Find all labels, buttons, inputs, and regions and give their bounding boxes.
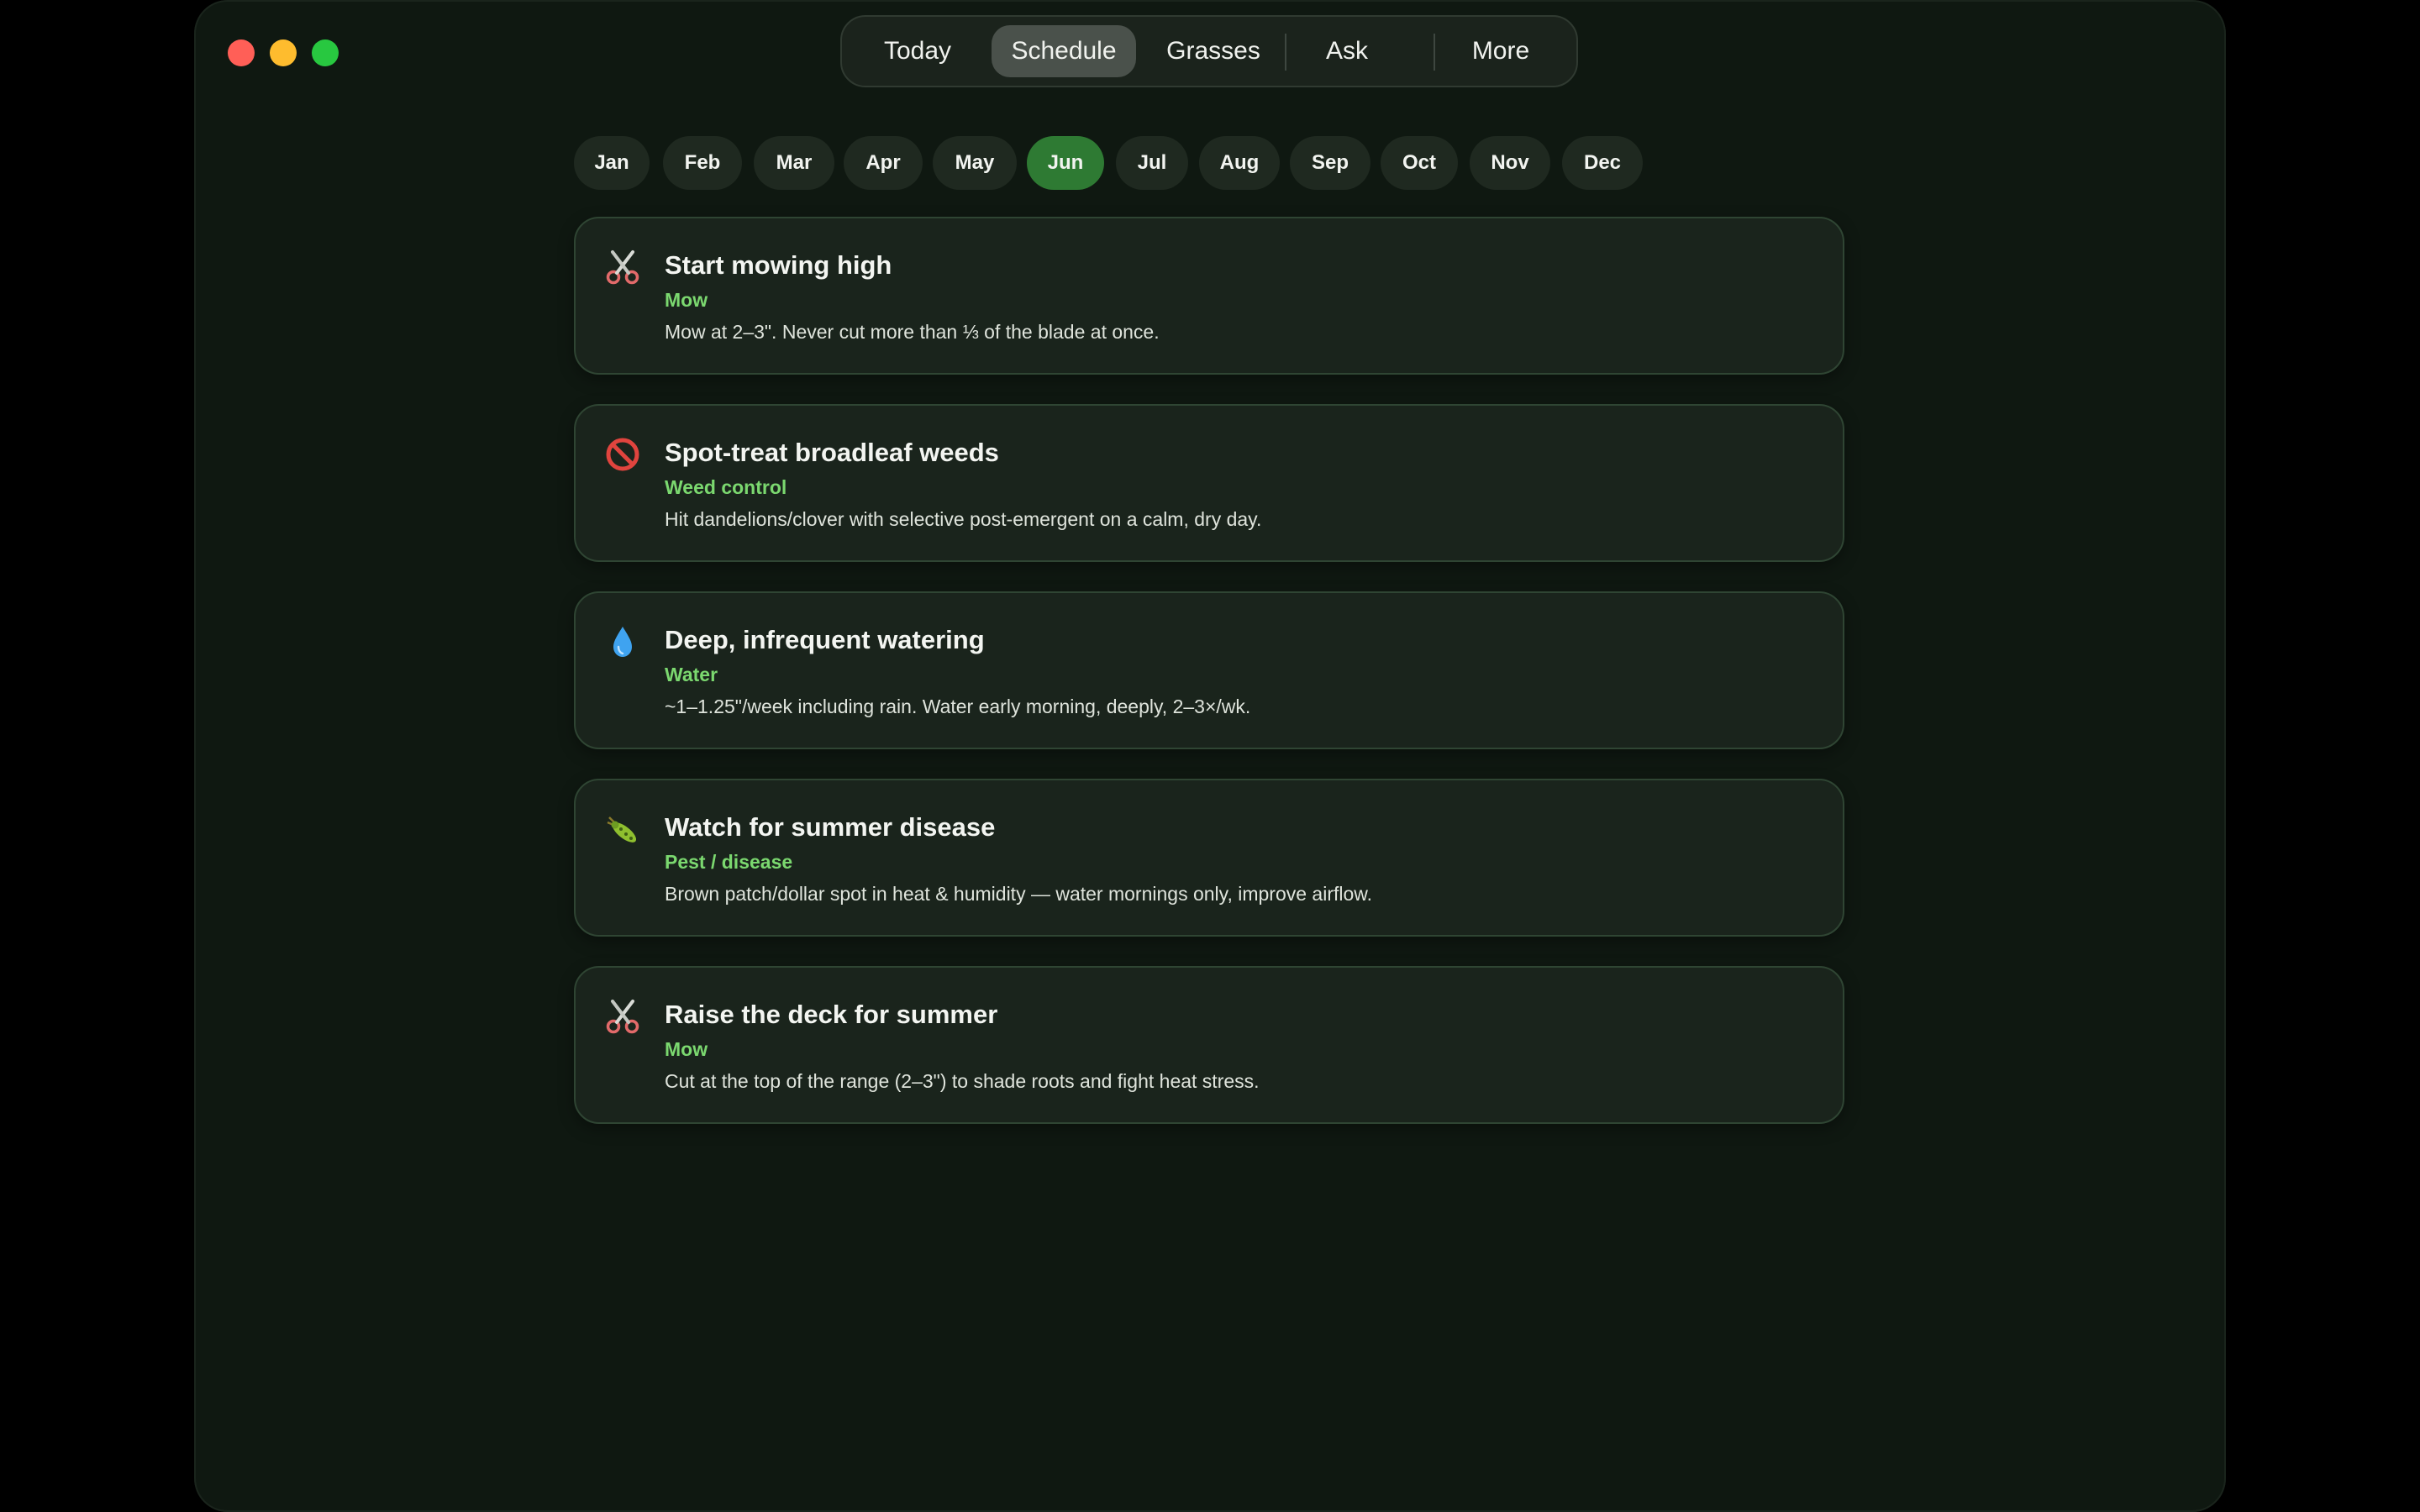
task-description: Cut at the top of the range (2–3") to sh…: [665, 1070, 1260, 1092]
bug-icon: [602, 809, 643, 849]
task-category: Weed control: [665, 476, 787, 498]
month-chip-jan[interactable]: Jan: [574, 136, 650, 190]
tab-today[interactable]: Today: [867, 25, 968, 77]
minimize-window-button[interactable]: [270, 39, 297, 66]
task-title: Start mowing high: [665, 250, 892, 280]
scissors-icon: [602, 247, 643, 287]
task-card[interactable]: Raise the deck for summer Mow Cut at the…: [574, 966, 1844, 1124]
tab-ask[interactable]: Ask: [1301, 25, 1393, 77]
task-title: Raise the deck for summer: [665, 1000, 998, 1029]
month-chip-may[interactable]: May: [933, 136, 1017, 190]
task-category: Mow: [665, 289, 708, 311]
top-navigation: Today Schedule Grasses Ask More: [840, 15, 1578, 87]
task-title: Spot-treat broadleaf weeds: [665, 438, 999, 467]
task-title: Deep, infrequent watering: [665, 625, 985, 654]
prohibited-icon: [602, 434, 643, 475]
month-chip-mar[interactable]: Mar: [754, 136, 834, 190]
task-title: Watch for summer disease: [665, 812, 996, 842]
month-chip-sep[interactable]: Sep: [1290, 136, 1370, 190]
app-window: Today Schedule Grasses Ask More Jan Feb …: [194, 0, 2226, 1512]
month-chip-dec[interactable]: Dec: [1562, 136, 1643, 190]
task-category: Pest / disease: [665, 851, 793, 873]
task-card[interactable]: Deep, infrequent watering Water ~1–1.25"…: [574, 591, 1844, 749]
month-selector: Jan Feb Mar Apr May Jun Jul Aug Sep Oct …: [194, 136, 2226, 190]
month-chip-nov[interactable]: Nov: [1470, 136, 1550, 190]
task-card[interactable]: Watch for summer disease Pest / disease …: [574, 779, 1844, 937]
tab-grasses[interactable]: Grasses: [1155, 25, 1272, 77]
close-window-button[interactable]: [228, 39, 255, 66]
tab-more[interactable]: More: [1449, 25, 1553, 77]
task-card[interactable]: Start mowing high Mow Mow at 2–3". Never…: [574, 217, 1844, 375]
droplet-icon: [602, 622, 643, 662]
task-description: Brown patch/dollar spot in heat & humidi…: [665, 883, 1373, 905]
month-chip-jun[interactable]: Jun: [1027, 136, 1104, 190]
month-chip-feb[interactable]: Feb: [663, 136, 742, 190]
window-controls: [228, 39, 339, 66]
tab-schedule[interactable]: Schedule: [992, 25, 1136, 77]
scissors-icon: [602, 996, 643, 1037]
task-card[interactable]: Spot-treat broadleaf weeds Weed control …: [574, 404, 1844, 562]
month-chip-oct[interactable]: Oct: [1381, 136, 1458, 190]
task-category: Water: [665, 664, 718, 685]
month-chip-apr[interactable]: Apr: [844, 136, 923, 190]
month-chip-aug[interactable]: Aug: [1199, 136, 1280, 190]
nav-divider: [1285, 34, 1286, 71]
nav-divider: [1434, 34, 1435, 71]
task-category: Mow: [665, 1038, 708, 1060]
task-description: Hit dandelions/clover with selective pos…: [665, 508, 1262, 530]
task-description: ~1–1.25"/week including rain. Water earl…: [665, 696, 1251, 717]
month-chip-jul[interactable]: Jul: [1116, 136, 1188, 190]
task-description: Mow at 2–3". Never cut more than ⅓ of th…: [665, 321, 1160, 343]
zoom-window-button[interactable]: [312, 39, 339, 66]
